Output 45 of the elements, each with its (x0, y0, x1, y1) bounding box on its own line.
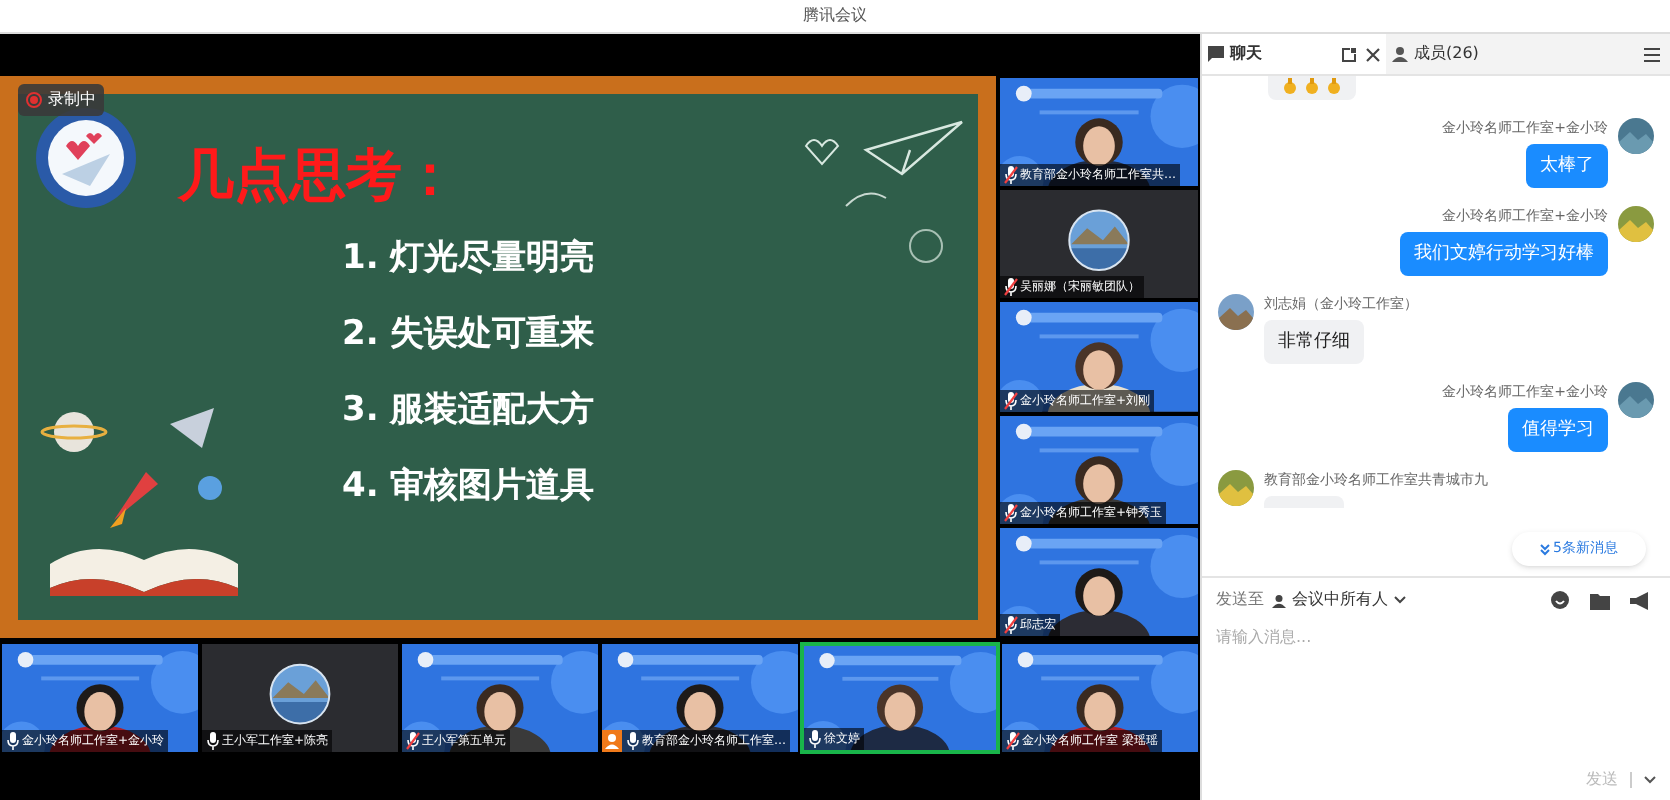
chat-icon (1208, 46, 1224, 62)
logo-icon (34, 106, 138, 210)
slide-title: 几点思考： (178, 142, 460, 210)
avatar (1218, 294, 1254, 330)
send-to-label: 发送至 (1216, 588, 1264, 612)
record-icon (26, 92, 42, 108)
message-bubble: 太棒了 (1526, 144, 1608, 188)
slide-point: 2. 失误处可重来 (342, 314, 595, 354)
person-icon (1272, 593, 1286, 607)
person-icon (1392, 46, 1408, 62)
panel-tab[interactable]: 聊天 (1202, 34, 1386, 74)
mic-icon (808, 730, 822, 748)
muted-mic-icon (1004, 616, 1018, 634)
slide-point: 4. 审核图片道具 (342, 466, 595, 506)
window-title: 腾讯会议 (803, 4, 867, 28)
avatar (1618, 206, 1654, 242)
double-chevron-down-icon (1539, 543, 1550, 555)
megaphone-icon[interactable] (1630, 591, 1650, 609)
chevron-down-icon (1394, 596, 1406, 604)
message-bubble: 我们文婷行动学习好棒 (1400, 232, 1608, 276)
avatar (1618, 118, 1654, 154)
folder-icon[interactable] (1590, 591, 1610, 609)
mic-icon (626, 732, 640, 750)
menu-icon[interactable] (1644, 47, 1660, 61)
muted-mic-icon (1004, 278, 1018, 297)
muted-mic-icon (1004, 166, 1018, 185)
recording-badge: 录制中 (18, 84, 104, 116)
muted-mic-icon (1006, 732, 1020, 750)
avatar (1218, 470, 1254, 506)
message-input[interactable]: 请输入消息... (1216, 626, 1656, 650)
message-bubble: 非常仔细 (1264, 320, 1364, 364)
avatar (1618, 382, 1654, 418)
muted-mic-icon (1004, 391, 1018, 410)
emoji-icon[interactable] (1550, 590, 1570, 610)
popout-icon[interactable] (1342, 47, 1356, 61)
mic-icon (206, 732, 220, 750)
muted-mic-icon (1004, 503, 1018, 522)
muted-mic-icon (406, 732, 420, 750)
chevron-down-icon[interactable] (1644, 776, 1656, 784)
recipient-dropdown[interactable]: 会议中所有人 (1272, 588, 1406, 612)
mic-icon (6, 732, 20, 750)
message-bubble: 值得学习 (1508, 408, 1608, 452)
close-icon[interactable] (1366, 47, 1380, 61)
slide-point: 1. 灯光尽量明亮 (342, 238, 595, 278)
slide-point: 3. 服装适配大方 (342, 390, 595, 430)
